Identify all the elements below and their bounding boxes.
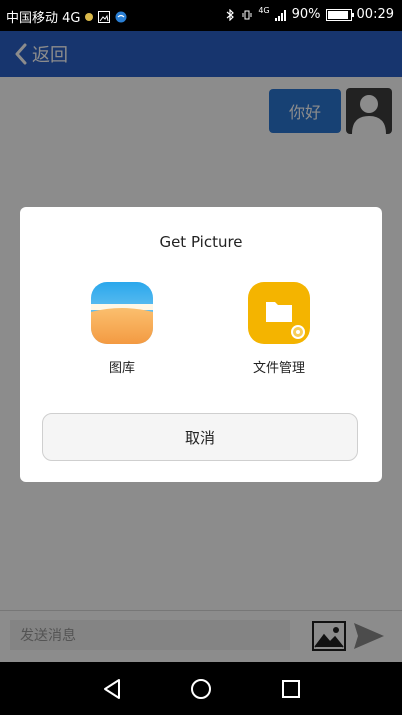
gallery-icon	[91, 282, 153, 344]
get-picture-dialog: Get Picture 图库 文件管理 取消	[20, 207, 382, 482]
nav-back-icon[interactable]	[100, 677, 124, 701]
notification-dot-icon	[85, 12, 94, 21]
nav-recents-icon[interactable]	[279, 677, 303, 701]
gallery-label: 图库	[108, 361, 135, 376]
navigation-bar	[0, 662, 402, 715]
bluetooth-icon	[226, 8, 235, 21]
carrier-label: 中国移动 4G	[6, 11, 81, 26]
nav-home-icon[interactable]	[189, 677, 213, 701]
file-manager-option[interactable]: 文件管理	[219, 282, 339, 376]
file-manager-label: 文件管理	[252, 361, 305, 376]
clock: 00:29	[356, 7, 394, 22]
battery-percent: 90%	[291, 7, 321, 22]
network-type-label: 4G	[258, 5, 270, 15]
image-notification-icon	[98, 10, 111, 23]
signal-icon	[274, 9, 286, 21]
app-notification-icon	[115, 11, 127, 22]
gallery-option[interactable]: 图库	[62, 282, 182, 376]
status-bar: 中国移动 4G 4G 90% 00:29	[0, 0, 402, 31]
cancel-button[interactable]: 取消	[42, 413, 358, 461]
vibrate-icon	[242, 10, 252, 19]
folder-icon	[248, 282, 310, 344]
battery-icon	[325, 8, 354, 21]
dialog-title: Get Picture	[159, 233, 243, 251]
